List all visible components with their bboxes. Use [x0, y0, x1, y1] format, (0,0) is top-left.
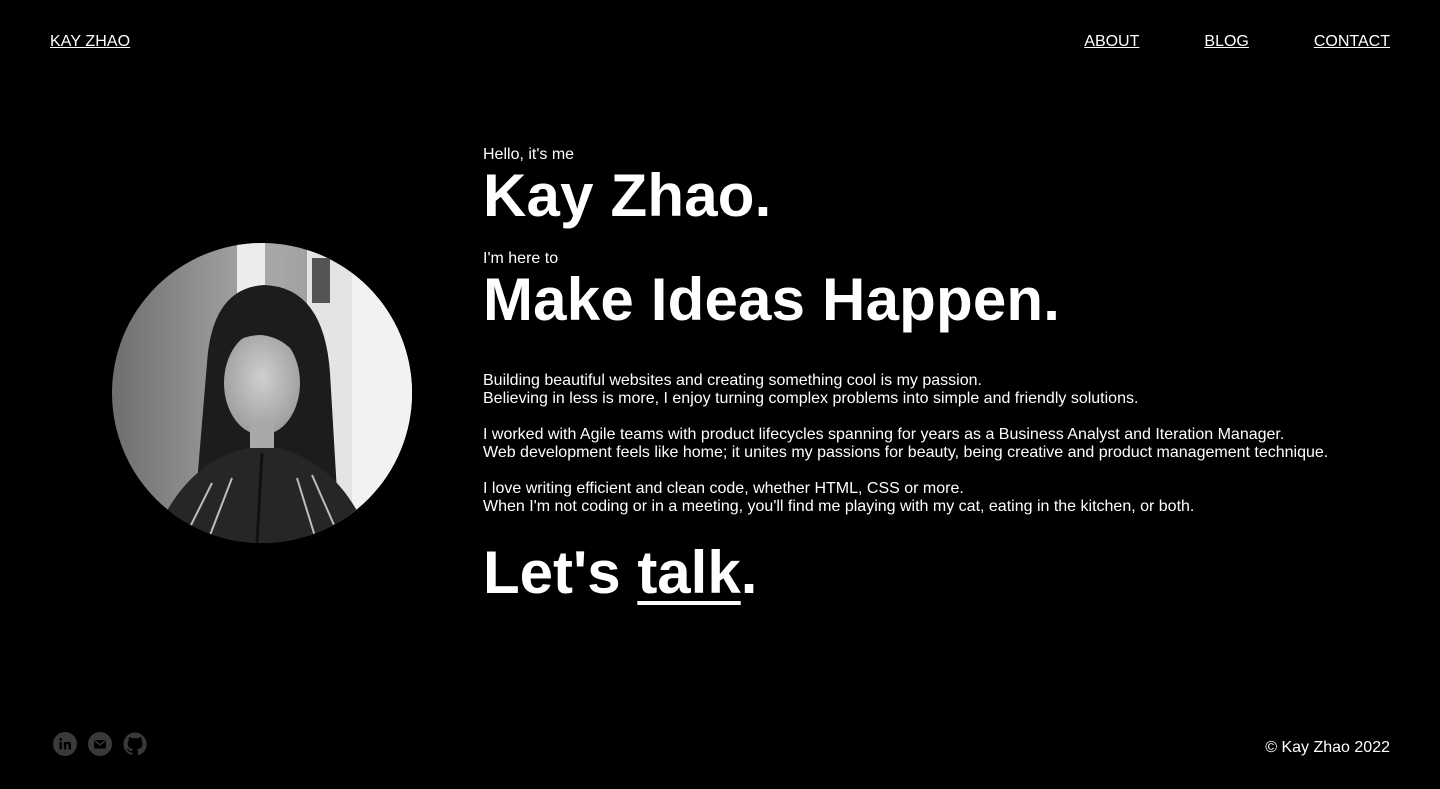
cta-prefix: Let's	[483, 539, 638, 606]
talk-link[interactable]: talk	[637, 539, 740, 606]
bio-paragraph: I worked with Agile teams with product l…	[483, 426, 1403, 462]
bio-section: Building beautiful websites and creating…	[483, 372, 1403, 516]
bio-paragraph: Building beautiful websites and creating…	[483, 372, 1403, 408]
site-logo-link[interactable]: KAY ZHAO	[50, 33, 130, 51]
linkedin-icon[interactable]	[53, 732, 77, 756]
hero-content: Hello, it's me Kay Zhao. I'm here to Mak…	[483, 146, 1403, 608]
bio-line: I worked with Agile teams with product l…	[483, 426, 1285, 443]
profile-photo-image	[112, 243, 412, 543]
cta-suffix: .	[740, 539, 758, 606]
hero-tagline: Make Ideas Happen.	[483, 266, 1061, 333]
bio-paragraph: I love writing efficient and clean code,…	[483, 480, 1403, 516]
bio-line: I love writing efficient and clean code,…	[483, 480, 964, 497]
copyright-text: © Kay Zhao 2022	[1265, 739, 1390, 756]
hero-name: Kay Zhao.	[483, 162, 772, 229]
main-nav: ABOUT BLOG CONTACT	[1084, 33, 1390, 51]
bio-line: Building beautiful websites and creating…	[483, 372, 982, 389]
email-icon[interactable]	[88, 732, 112, 756]
nav-contact-link[interactable]: CONTACT	[1314, 33, 1390, 51]
github-icon[interactable]	[123, 732, 147, 756]
nav-blog-link[interactable]: BLOG	[1204, 33, 1248, 51]
bio-line: Believing in less is more, I enjoy turni…	[483, 390, 1139, 407]
page: KAY ZHAO ABOUT BLOG CONTACT Hello, it's …	[0, 0, 1440, 789]
profile-photo	[112, 243, 412, 543]
bio-line: When I'm not coding or in a meeting, you…	[483, 498, 1195, 515]
social-links	[53, 732, 158, 756]
nav-about-link[interactable]: ABOUT	[1084, 33, 1139, 51]
lets-talk-heading: Let's talk.	[483, 538, 1403, 608]
bio-line: Web development feels like home; it unit…	[483, 444, 1329, 461]
